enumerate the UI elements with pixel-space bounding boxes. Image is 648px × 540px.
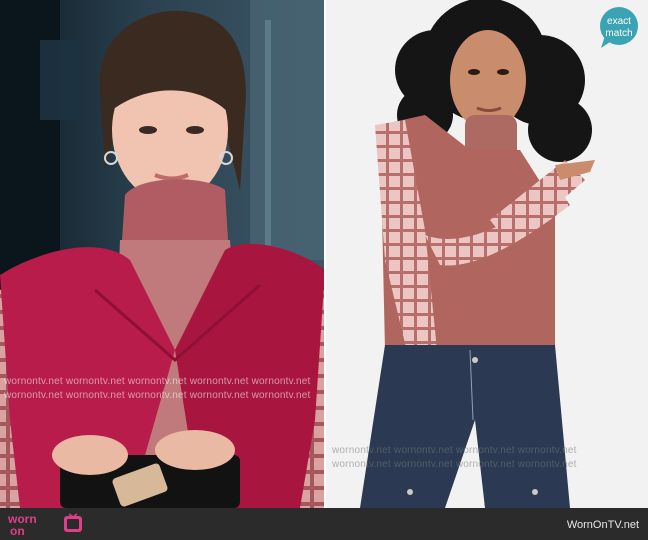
watermark-row: wornontv.net wornontv.net wornontv.net w… (332, 459, 577, 470)
badge-line1: exact (607, 16, 631, 27)
badge-line2: match (605, 28, 632, 39)
svg-text:on: on (10, 524, 25, 536)
footer-bar (0, 508, 648, 540)
right-photo-illustration (325, 0, 648, 508)
photo-divider (324, 0, 326, 508)
watermark-row: wornontv.net wornontv.net wornontv.net w… (4, 376, 311, 387)
watermark-row: wornontv.net wornontv.net wornontv.net w… (332, 445, 577, 456)
right-photo (325, 0, 648, 508)
exact-match-badge: exact match (600, 7, 638, 48)
footer-url[interactable]: WornOnTV.net (567, 519, 639, 531)
left-photo (0, 0, 325, 508)
wornontv-logo: worn on (7, 512, 82, 536)
left-photo-illustration (0, 0, 325, 508)
watermark-row: wornontv.net wornontv.net wornontv.net w… (4, 390, 311, 401)
